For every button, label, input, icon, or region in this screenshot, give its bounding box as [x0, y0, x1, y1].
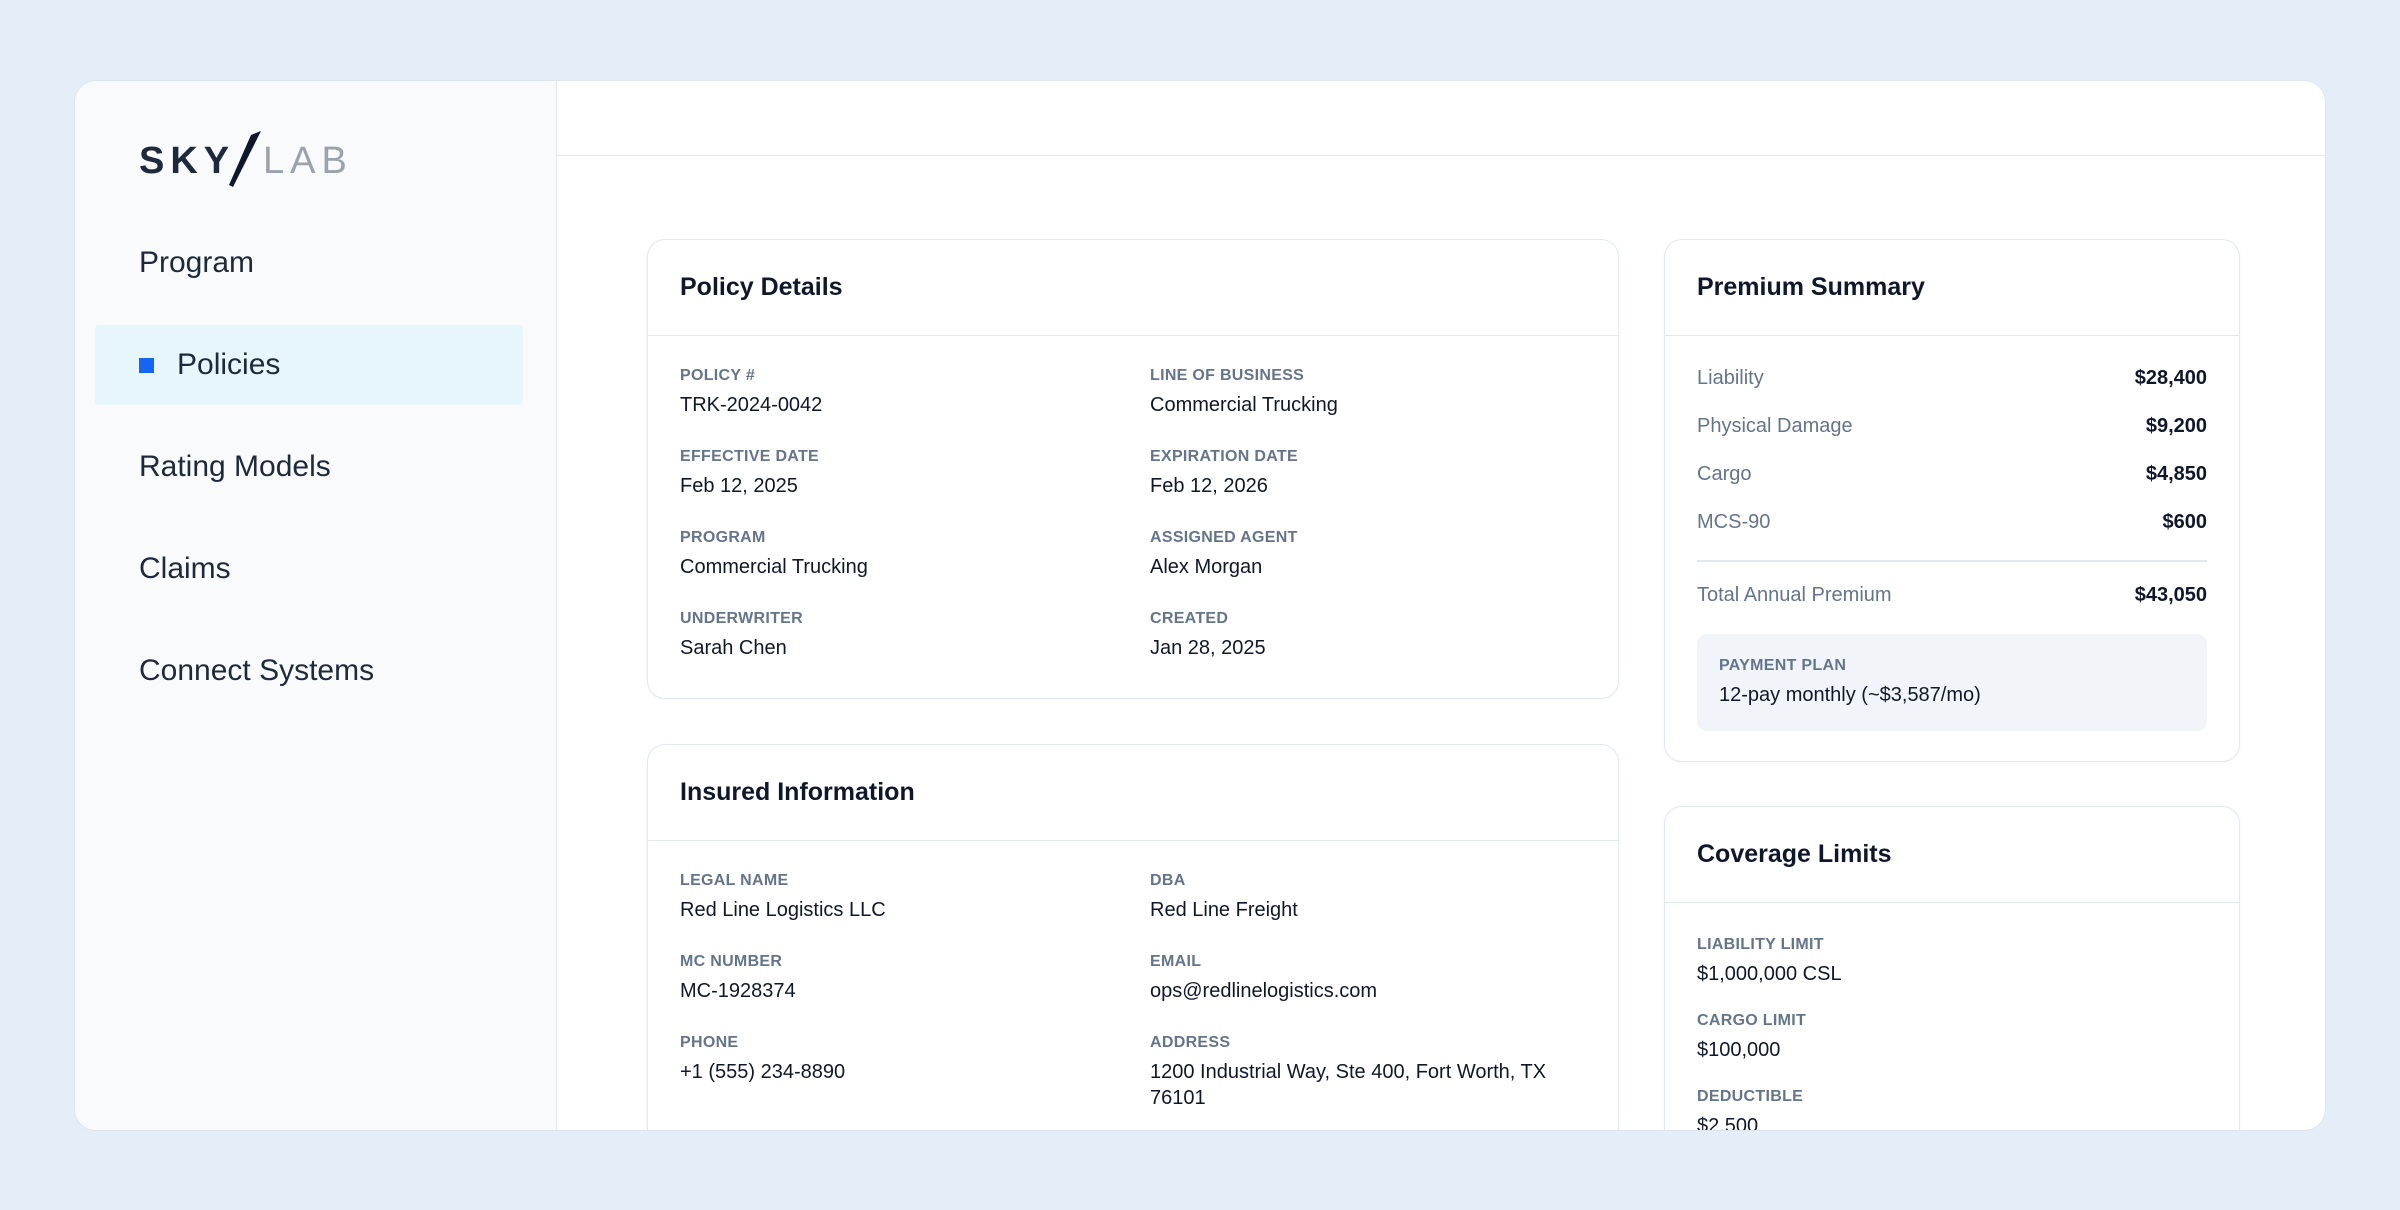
field-value: Sarah Chen [680, 637, 787, 659]
field-liability-limit: LIABILITY LIMIT $1,000,000 CSL [1697, 935, 2207, 1011]
field-label: CARGO LIMIT [1697, 1012, 1807, 1029]
logo-lab-text: LAB [263, 140, 353, 182]
premium-value: $9,200 [2145, 414, 2207, 437]
field-label: DBA [1150, 872, 1186, 889]
field-mc-number: MC NUMBER MC-1928374 [680, 952, 1150, 1033]
skylab-logo[interactable]: SKY LAB [139, 129, 369, 189]
premium-row-total: Total Annual Premium $43,050 [1697, 572, 2207, 620]
premium-label: Liability [1697, 366, 1764, 389]
active-indicator-icon [139, 357, 154, 373]
premium-row-physical-damage: Physical Damage $9,200 [1697, 402, 2207, 450]
field-value: $100,000 [1697, 1039, 1781, 1061]
coverage-limits-card: Coverage Limits LIABILITY LIMIT $1,000,0… [1664, 806, 2240, 1131]
premium-label: MCS-90 [1697, 510, 1771, 533]
field-expiration-date: EXPIRATION DATE Feb 12, 2026 [1150, 447, 1586, 528]
field-value: $1,000,000 CSL [1697, 963, 1842, 985]
field-label: PHONE [680, 1034, 739, 1051]
field-label: DEDUCTIBLE [1697, 1088, 1804, 1105]
field-address: ADDRESS 1200 Industrial Way, Ste 400, Fo… [1150, 1033, 1586, 1114]
sidebar-item-connect-systems[interactable]: Connect Systems [95, 631, 523, 711]
policy-details-card: Policy Details POLICY # TRK-2024-0042 LI… [647, 239, 1619, 699]
sidebar-nav: Program Policies Rating Models Claims Co… [95, 223, 523, 733]
payment-plan-box: PAYMENT PLAN 12-pay monthly (~$3,587/mo) [1697, 633, 2207, 731]
field-label: UNDERWRITER [680, 610, 804, 627]
field-cargo-limit: CARGO LIMIT $100,000 [1697, 1011, 2207, 1087]
payment-plan-label: PAYMENT PLAN [1719, 656, 1847, 674]
logo-sky-text: SKY [139, 140, 235, 182]
premium-row-cargo: Cargo $4,850 [1697, 450, 2207, 498]
field-policy-number: POLICY # TRK-2024-0042 [680, 366, 1150, 447]
field-value: Feb 12, 2025 [680, 475, 798, 497]
premium-row-mcs-90: MCS-90 $600 [1697, 498, 2207, 546]
field-label: ASSIGNED AGENT [1150, 529, 1298, 546]
sidebar-item-label: Rating Models [139, 450, 331, 483]
field-value: 1200 Industrial Way, Ste 400, Fort Worth… [1150, 1061, 1547, 1109]
field-value: TRK-2024-0042 [680, 394, 823, 416]
field-value: Feb 12, 2026 [1150, 475, 1268, 497]
field-phone: PHONE +1 (555) 234-8890 [680, 1033, 1150, 1114]
field-value: Red Line Logistics LLC [680, 899, 886, 921]
sidebar-item-label: Connect Systems [139, 654, 375, 687]
sidebar-item-claims[interactable]: Claims [95, 529, 523, 609]
field-label: LIABILITY LIMIT [1697, 936, 1824, 953]
field-value: $2,500 [1697, 1115, 1759, 1131]
field-value[interactable]: ops@redlinelogistics.com [1150, 978, 1586, 1004]
field-value: Red Line Freight [1150, 899, 1298, 921]
field-value: Alex Morgan [1150, 556, 1263, 578]
premium-value: $600 [2162, 510, 2208, 533]
sidebar-item-label: Claims [139, 552, 231, 585]
field-label: EXPIRATION DATE [1150, 448, 1298, 465]
field-legal-name: LEGAL NAME Red Line Logistics LLC [680, 871, 1150, 952]
card-title: Policy Details [648, 240, 1618, 336]
premium-value: $4,850 [2145, 462, 2207, 485]
field-label: MC NUMBER [680, 953, 783, 970]
premium-total-value: $43,050 [2134, 584, 2207, 606]
premium-divider [1697, 560, 2207, 562]
card-title: Insured Information [648, 745, 1618, 841]
field-dba: DBA Red Line Freight [1150, 871, 1586, 952]
sidebar: SKY LAB Program Policies Rating Models C… [75, 81, 557, 1130]
field-created: CREATED Jan 28, 2025 [1150, 609, 1586, 690]
premium-row-liability: Liability $28,400 [1697, 354, 2207, 402]
field-underwriter: UNDERWRITER Sarah Chen [680, 609, 1150, 690]
card-title: Premium Summary [1665, 240, 2239, 336]
field-assigned-agent: ASSIGNED AGENT Alex Morgan [1150, 528, 1586, 609]
skylab-logo-mark: SKY LAB [139, 131, 353, 187]
field-email: EMAIL ops@redlinelogistics.com [1150, 952, 1586, 1033]
field-label: EMAIL [1150, 953, 1202, 970]
premium-summary-card: Premium Summary Liability $28,400 Physic… [1664, 239, 2240, 762]
premium-label: Cargo [1697, 462, 1752, 485]
insured-information-card: Insured Information LEGAL NAME Red Line … [647, 744, 1619, 1130]
premium-total-label: Total Annual Premium [1697, 584, 1892, 606]
card-title: Coverage Limits [1665, 807, 2239, 903]
field-label: LEGAL NAME [680, 872, 789, 889]
field-value: +1 (555) 234-8890 [680, 1061, 846, 1083]
field-label: EFFECTIVE DATE [680, 448, 820, 465]
field-label: PROGRAM [680, 529, 766, 546]
field-label: ADDRESS [1150, 1034, 1231, 1051]
field-line-of-business: LINE OF BUSINESS Commercial Trucking [1150, 366, 1586, 447]
sidebar-item-policies[interactable]: Policies [95, 325, 523, 405]
field-label: CREATED [1150, 610, 1229, 627]
field-value: Jan 28, 2025 [1150, 637, 1266, 659]
field-value: MC-1928374 [680, 980, 796, 1002]
field-deductible: DEDUCTIBLE $2,500 [1697, 1087, 2207, 1131]
field-program: PROGRAM Commercial Trucking [680, 528, 1150, 609]
app-window: SKY LAB Program Policies Rating Models C… [74, 80, 2326, 1131]
field-label: LINE OF BUSINESS [1150, 367, 1305, 384]
premium-label: Physical Damage [1697, 414, 1853, 437]
payment-plan-value: 12-pay monthly (~$3,587/mo) [1719, 683, 1981, 706]
field-effective-date: EFFECTIVE DATE Feb 12, 2025 [680, 447, 1150, 528]
sidebar-item-program[interactable]: Program [95, 223, 523, 303]
sidebar-item-label: Program [139, 246, 255, 279]
field-label: POLICY # [680, 367, 756, 384]
field-value: Commercial Trucking [680, 556, 868, 578]
top-bar [557, 81, 2325, 156]
sidebar-item-rating-models[interactable]: Rating Models [95, 427, 523, 507]
premium-value: $28,400 [2134, 366, 2207, 389]
field-value: Commercial Trucking [1150, 394, 1338, 416]
sidebar-item-label: Policies [177, 348, 281, 381]
main-content: Policy Details POLICY # TRK-2024-0042 LI… [557, 81, 2325, 1130]
premium-list: Liability $28,400 Physical Damage $9,200… [1665, 336, 2239, 620]
